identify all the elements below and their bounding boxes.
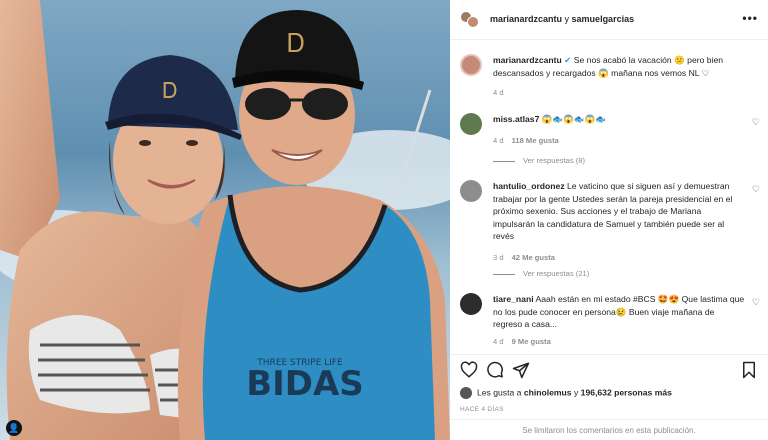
- post-header: marianardzcantu y samuelgarcias •••: [450, 0, 768, 40]
- comment-likes[interactable]: 118 Me gusta: [512, 136, 559, 145]
- svg-text:BIDAS: BIDAS: [246, 364, 364, 404]
- comment-username[interactable]: tiare_nani: [493, 294, 534, 304]
- svg-text:Ꭰ: Ꭰ: [287, 29, 305, 59]
- comment-likes[interactable]: 9 Me gusta: [512, 337, 551, 346]
- caption-body: marianardzcantu ✔ Se nos acabó la vacaci…: [493, 54, 745, 100]
- replies-divider: [493, 160, 515, 162]
- comments-limited-notice: Se limitaron los comentarios en esta pub…: [450, 419, 768, 440]
- caption-time[interactable]: 4 d: [493, 88, 504, 97]
- post-photo[interactable]: Ꭰ BIDAS THREE STRIPE LIFE Ꭰ 👤: [0, 0, 450, 440]
- comment-bubble-icon[interactable]: [486, 361, 504, 379]
- svg-text:THREE STRIPE LIFE: THREE STRIPE LIFE: [256, 358, 343, 368]
- ellipsis-icon[interactable]: •••: [742, 11, 758, 25]
- caption-avatar[interactable]: [460, 54, 482, 76]
- liker-username[interactable]: chinolemus: [524, 387, 572, 397]
- author-username[interactable]: marianardzcantu: [490, 14, 562, 24]
- commenter-avatar[interactable]: [460, 293, 482, 315]
- caption-username[interactable]: marianardzcantu: [493, 55, 562, 65]
- comment-body: tiare_nani Aaah están en mi estado #BCS …: [493, 293, 745, 348]
- comment-body: miss.atlas7 😱🐟😱🐟😱🐟 4 d 118 Me gusta: [493, 113, 745, 147]
- svg-text:Ꭰ: Ꭰ: [163, 79, 178, 104]
- comment-username[interactable]: miss.atlas7: [493, 114, 539, 124]
- view-replies[interactable]: Ver respuestas (21): [493, 269, 589, 278]
- comment-time[interactable]: 4 d: [493, 136, 504, 145]
- likes-prefix: Les gusta a: [477, 387, 524, 398]
- view-replies-label[interactable]: Ver respuestas (8): [523, 156, 585, 165]
- authors-connector: y: [562, 14, 572, 24]
- user-tag-icon[interactable]: 👤: [6, 420, 22, 436]
- likes-count[interactable]: 196,632 personas más: [581, 387, 672, 397]
- beach-couple-photo: Ꭰ BIDAS THREE STRIPE LIFE Ꭰ: [0, 0, 450, 440]
- likes-connector: y: [571, 387, 581, 398]
- post-detail-panel: marianardzcantu y samuelgarcias ••• mari…: [450, 0, 768, 440]
- verified-badge-icon: ✔: [564, 55, 572, 65]
- view-replies-label[interactable]: Ver respuestas (21): [523, 269, 589, 278]
- post-authors: marianardzcantu y samuelgarcias: [490, 14, 634, 24]
- likes-summary[interactable]: Les gusta a chinolemus y 196,632 persona…: [460, 387, 672, 399]
- comment-text: 😱🐟😱🐟😱🐟: [541, 114, 606, 124]
- heart-icon[interactable]: ♡: [752, 184, 760, 195]
- coauthor-avatar[interactable]: [467, 16, 479, 28]
- heart-icon[interactable]: ♡: [752, 117, 760, 128]
- comments-list[interactable]: marianardzcantu ✔ Se nos acabó la vacaci…: [450, 40, 768, 354]
- coauthor-username[interactable]: samuelgarcias: [572, 14, 635, 24]
- post-date[interactable]: HACE 4 DÍAS: [460, 406, 504, 413]
- like-heart-icon[interactable]: [460, 361, 478, 379]
- comment-body: hantulio_ordonez Le vaticino que si sigu…: [493, 180, 745, 264]
- liker-avatar[interactable]: [460, 387, 472, 399]
- comment-time[interactable]: 3 d: [493, 253, 504, 262]
- commenter-avatar[interactable]: [460, 180, 482, 202]
- bookmark-save-icon[interactable]: [740, 361, 758, 379]
- comment-username[interactable]: hantulio_ordonez: [493, 181, 565, 191]
- heart-icon[interactable]: ♡: [752, 297, 760, 308]
- view-replies[interactable]: Ver respuestas (8): [493, 156, 585, 165]
- comment-likes[interactable]: 42 Me gusta: [512, 253, 555, 262]
- comment-time[interactable]: 4 d: [493, 337, 504, 346]
- share-send-icon[interactable]: [512, 361, 530, 379]
- post-actions: Les gusta a chinolemus y 196,632 persona…: [450, 354, 768, 440]
- replies-divider: [493, 273, 515, 275]
- commenter-avatar[interactable]: [460, 113, 482, 135]
